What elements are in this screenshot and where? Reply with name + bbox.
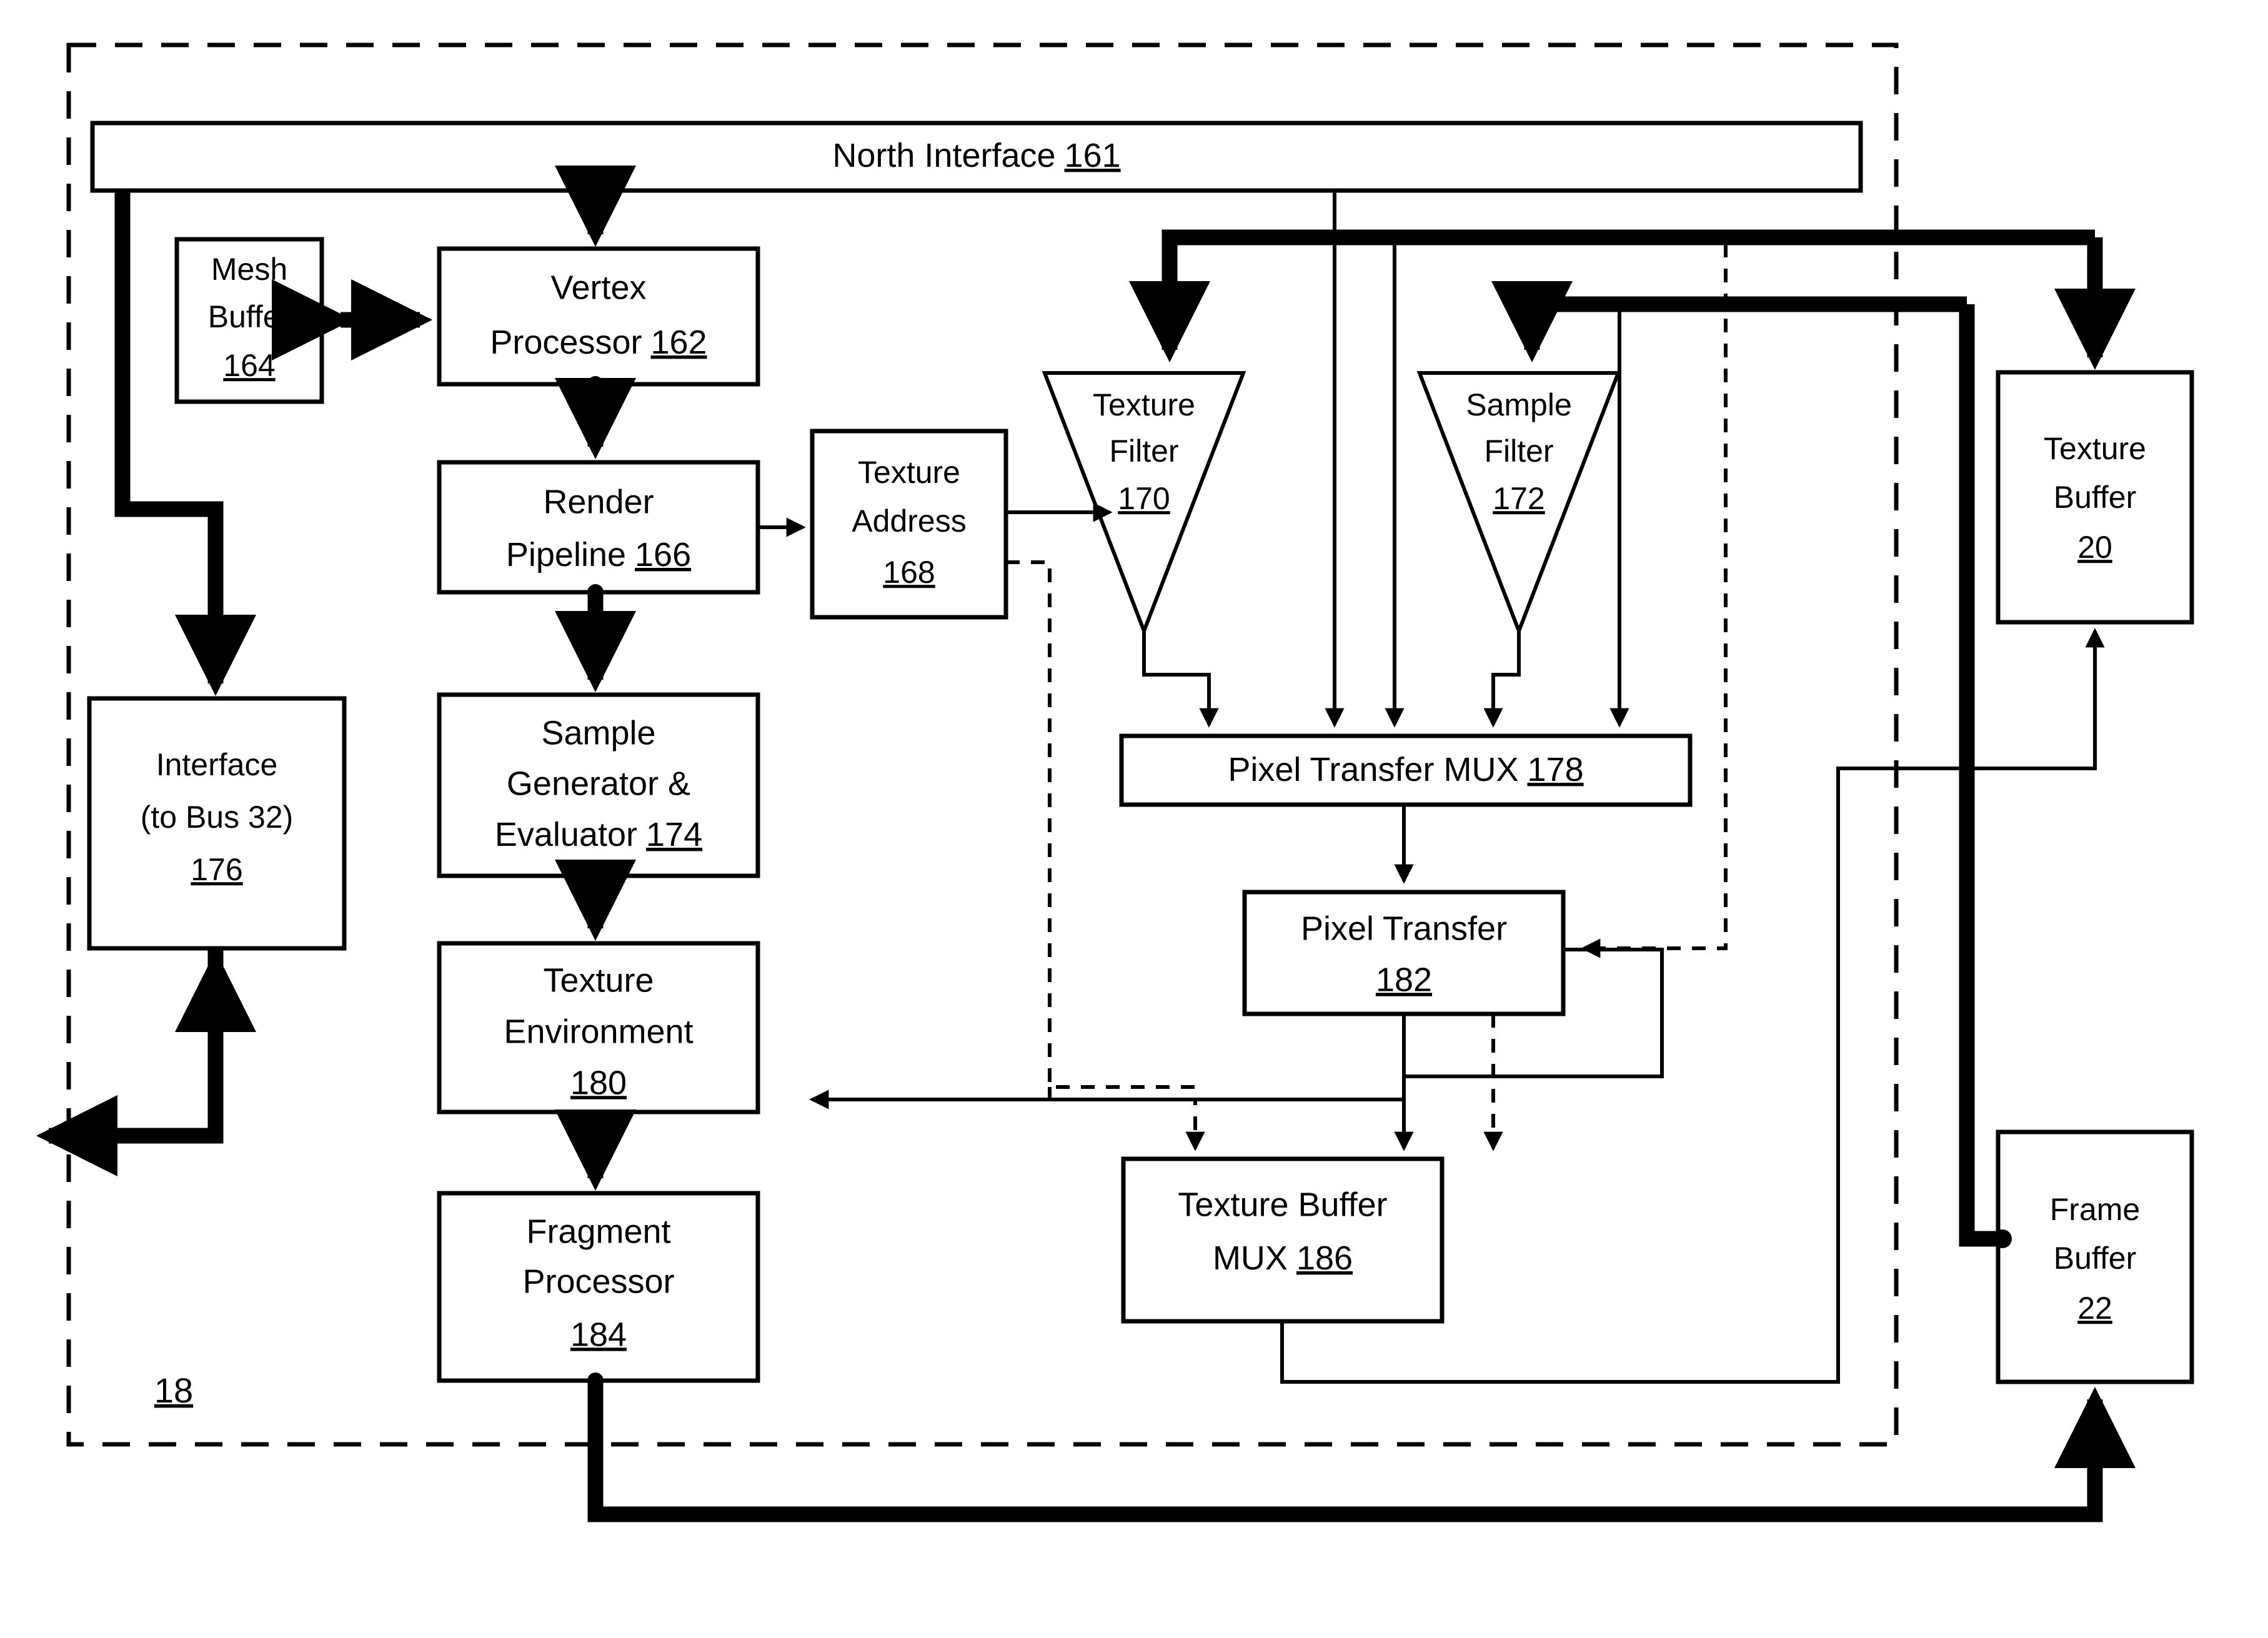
render-pipeline-line2: Pipeline 166 <box>506 536 691 573</box>
junction-dot-vertex <box>587 376 604 392</box>
texture-buffer-mux-line1: Texture Buffer <box>1178 1186 1387 1223</box>
texture-filter-line2: Filter <box>1109 434 1178 469</box>
frame-buffer-ref: 22 <box>2077 1291 2112 1326</box>
texture-buffer-mux-line2: MUX 186 <box>1213 1239 1353 1277</box>
texture-environment-line2: Environment <box>504 1013 693 1050</box>
texture-environment-line1: Texture <box>543 961 654 999</box>
conn-dashed-into-pixeltransfer <box>1581 244 1728 958</box>
sample-filter-ref: 172 <box>1493 481 1544 516</box>
chip-label-18: 18 <box>154 1371 193 1410</box>
conn-samplefilter-to-mux <box>1483 631 1521 728</box>
render-pipeline-line1: Render <box>543 483 654 520</box>
vertex-processor-line2: Processor 162 <box>490 324 707 361</box>
texture-address-ref: 168 <box>883 555 935 590</box>
texture-buffer-line2: Buffer <box>2054 480 2137 515</box>
pixel-transfer-mux-label: Pixel Transfer MUX 178 <box>1228 751 1583 788</box>
junction-dot-fragment <box>587 1372 604 1389</box>
texture-address-line2: Address <box>852 504 966 539</box>
interface-bus-line2: (to Bus 32) <box>141 800 294 835</box>
sample-filter-line2: Filter <box>1484 434 1553 469</box>
junction-dot-framebuffer <box>1993 1229 2012 1248</box>
conn-bus-to-texturefilter <box>1128 229 2095 362</box>
sample-filter-line1: Sample <box>1466 387 1572 422</box>
sample-generator-line3: Evaluator 174 <box>495 816 702 853</box>
conn-texaddr-dashed-to-tbmux <box>1048 1087 1205 1151</box>
conn-interface176-out <box>36 948 224 1176</box>
patent-figure-canvas: North Interface 161 Mesh Buffer 164 Verte… <box>0 0 2268 1638</box>
conn-bus-to-samplefilter <box>1491 280 1967 362</box>
texture-address-line1: Texture <box>858 455 960 490</box>
texture-filter-ref: 170 <box>1118 481 1170 516</box>
fragment-processor-line2: Processor <box>522 1263 674 1300</box>
mesh-buffer-line1: Mesh <box>211 252 287 287</box>
mesh-buffer-ref: 164 <box>223 348 275 383</box>
junction-dot-render <box>587 584 604 600</box>
frame-buffer-line1: Frame <box>2050 1192 2140 1227</box>
sample-generator-line1: Sample <box>541 714 655 752</box>
frame-buffer-line2: Buffer <box>2054 1241 2137 1276</box>
conn-texaddr-dashed-to-texenv <box>1006 560 1195 1089</box>
vertex-processor-line1: Vertex <box>550 269 646 306</box>
texture-filter-line1: Texture <box>1093 387 1195 422</box>
interface-bus-ref: 176 <box>191 852 242 887</box>
fragment-processor-ref: 184 <box>570 1316 627 1353</box>
conn-fragment-to-framebuffer <box>587 1381 2136 1522</box>
fragment-processor-line1: Fragment <box>526 1213 670 1250</box>
conn-texfilter-to-mux <box>1142 631 1219 728</box>
mesh-buffer-line2: Buffer <box>208 299 291 334</box>
interface-bus-line1: Interface <box>156 747 278 782</box>
texture-buffer-ref: 20 <box>2077 530 2112 565</box>
north-interface-label: North Interface 161 <box>832 137 1120 174</box>
texture-environment-ref: 180 <box>570 1064 627 1101</box>
sample-generator-line2: Generator & <box>507 765 690 802</box>
pixel-transfer-line1: Pixel Transfer <box>1301 910 1507 947</box>
pixel-transfer-ref: 182 <box>1376 961 1432 998</box>
texture-buffer-line1: Texture <box>2044 431 2146 466</box>
